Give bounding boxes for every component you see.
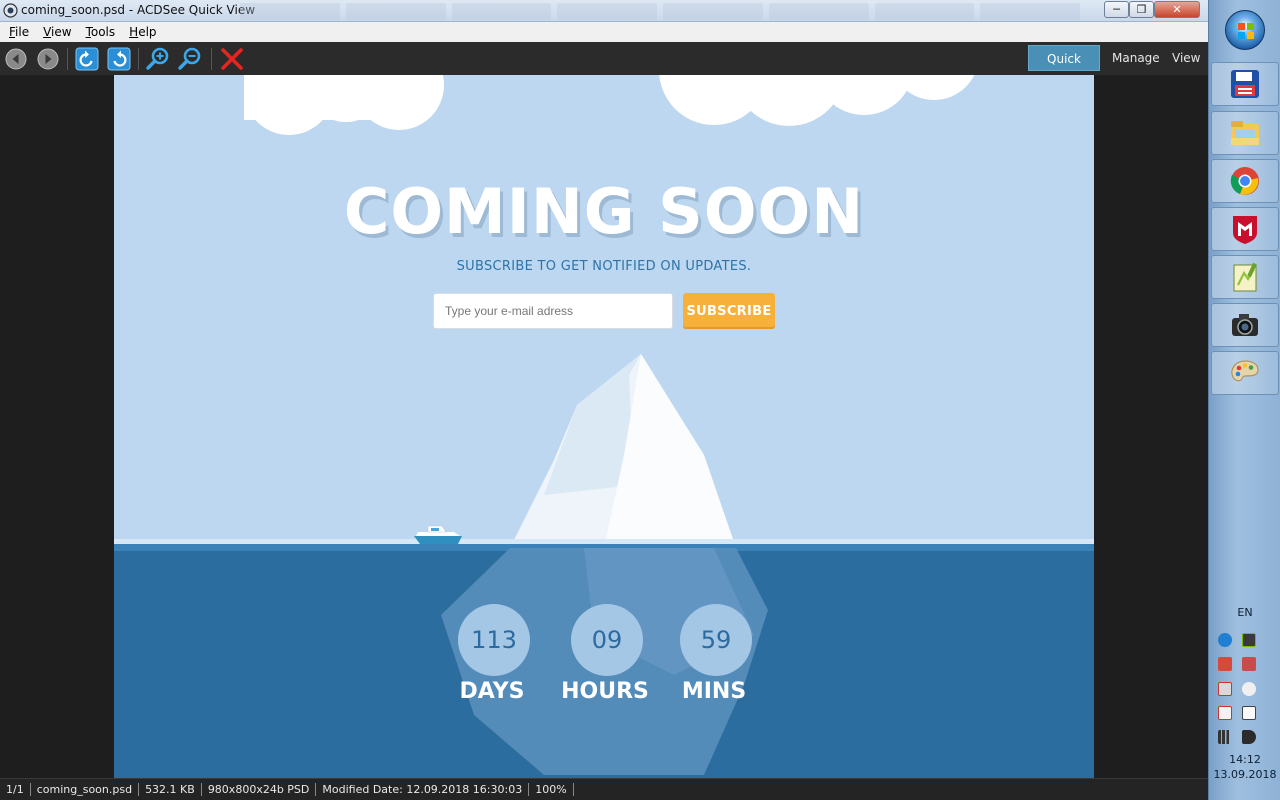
tray-signal-icon[interactable] — [1218, 730, 1232, 744]
paint-palette-icon — [1231, 360, 1259, 382]
taskbar-notepad-app[interactable] — [1211, 255, 1279, 299]
file-explorer-icon — [1231, 121, 1259, 145]
close-x-icon[interactable] — [219, 46, 245, 72]
tray-assistant-icon[interactable] — [1242, 682, 1256, 696]
manage-mode-button[interactable]: Manage — [1105, 45, 1167, 71]
window-title: coming_soon.psd - ACDSee Quick View — [21, 3, 256, 17]
zoom-in-icon[interactable] — [145, 46, 171, 72]
save-disk-icon — [1231, 70, 1259, 98]
countdown-days-label: DAYS — [459, 679, 525, 704]
windows-logo-icon — [1238, 23, 1254, 39]
status-index: 1/1 — [0, 783, 31, 796]
countdown-mins-value: 59 — [680, 604, 752, 676]
toolbar-separator — [67, 48, 68, 70]
clock-date: 13.09.2018 — [1213, 768, 1277, 781]
zoom-out-icon[interactable] — [177, 46, 203, 72]
taskbar-camera-app[interactable] — [1211, 303, 1279, 347]
notepad-plus-plus-icon — [1233, 262, 1257, 292]
cloud-left — [244, 75, 444, 135]
chrome-icon — [1230, 167, 1259, 195]
tray-flag-icon[interactable] — [1218, 706, 1232, 720]
countdown-mins-label: MINS — [681, 679, 747, 704]
displayed-image: COMING SOON SUBSCRIBE TO GET NOTIFIED ON… — [114, 75, 1094, 778]
tray-alert-icon[interactable] — [1218, 682, 1232, 696]
taskbar-save-app[interactable] — [1211, 62, 1279, 106]
menu-file[interactable]: File — [2, 22, 36, 42]
email-field[interactable] — [433, 293, 673, 329]
minimize-button[interactable]: ─ — [1104, 1, 1129, 18]
status-modified-date: Modified Date: 12.09.2018 16:30:03 — [316, 783, 530, 796]
taskbar-chrome-app[interactable] — [1211, 159, 1279, 203]
menu-tools[interactable]: Tools — [79, 22, 123, 42]
countdown-days-value: 113 — [458, 604, 530, 676]
subscribe-subheadline: SUBSCRIBE TO GET NOTIFIED ON UPDATES. — [456, 259, 752, 274]
menu-help[interactable]: Help — [122, 22, 163, 42]
background-window-tabs — [240, 3, 1080, 20]
start-button[interactable] — [1225, 10, 1265, 50]
camera-icon — [1232, 314, 1258, 336]
quick-view-mode-button[interactable]: Quick View — [1028, 45, 1100, 92]
title-bar: coming_soon.psd - ACDSee Quick View ─ ❐ … — [0, 0, 1208, 22]
boat — [414, 525, 462, 544]
tray-volume-icon[interactable] — [1242, 730, 1256, 744]
image-viewer-area: COMING SOON SUBSCRIBE TO GET NOTIFIED ON… — [0, 75, 1208, 778]
countdown-hours-label: HOURS — [561, 679, 649, 704]
tray-device-icon[interactable] — [1242, 706, 1256, 720]
mcafee-icon — [1233, 216, 1257, 244]
taskbar-mcafee-app[interactable] — [1211, 207, 1279, 251]
status-filesize: 532.1 KB — [139, 783, 202, 796]
taskbar-explorer-app[interactable] — [1211, 111, 1279, 155]
forward-arrow-icon[interactable] — [35, 46, 61, 72]
status-filename: coming_soon.psd — [31, 783, 140, 796]
rotate-right-icon[interactable] — [106, 46, 132, 72]
close-window-button[interactable]: ✕ — [1154, 1, 1200, 18]
cloud-right — [659, 75, 975, 126]
tray-update-icon[interactable] — [1218, 633, 1232, 647]
toolbar: Quick View Manage View — [0, 42, 1208, 92]
menu-bar: File View Tools Help — [0, 22, 1208, 42]
toolbar-separator — [138, 48, 139, 70]
tray-clock[interactable]: 14:12 13.09.2018 — [1209, 752, 1280, 782]
status-zoom[interactable]: 100% — [529, 783, 574, 796]
rotate-left-icon[interactable] — [74, 46, 100, 72]
menu-view[interactable]: View — [36, 22, 78, 42]
language-indicator[interactable]: EN — [1209, 606, 1280, 619]
subscribe-button[interactable]: SUBSCRIBE — [683, 293, 775, 329]
clock-time: 14:12 — [1229, 753, 1261, 766]
back-arrow-icon[interactable] — [3, 46, 29, 72]
tray-network-error-icon[interactable] — [1242, 657, 1256, 671]
toolbar-separator — [211, 48, 212, 70]
status-dimensions: 980x800x24b PSD — [202, 783, 317, 796]
windows-taskbar: EN 14:12 13.09.2018 — [1208, 0, 1280, 800]
tray-speaker-muted-icon[interactable] — [1218, 657, 1232, 671]
maximize-button[interactable]: ❐ — [1129, 1, 1154, 18]
headline-coming-soon: COMING SOON — [343, 175, 865, 248]
countdown-hours-value: 09 — [571, 604, 643, 676]
taskbar-paint-app[interactable] — [1211, 351, 1279, 395]
status-bar: 1/1 coming_soon.psd 532.1 KB 980x800x24b… — [0, 778, 1208, 800]
tray-nvidia-icon[interactable] — [1242, 633, 1256, 647]
view-mode-button[interactable]: View — [1165, 45, 1207, 71]
acdsee-app-icon — [3, 3, 18, 18]
